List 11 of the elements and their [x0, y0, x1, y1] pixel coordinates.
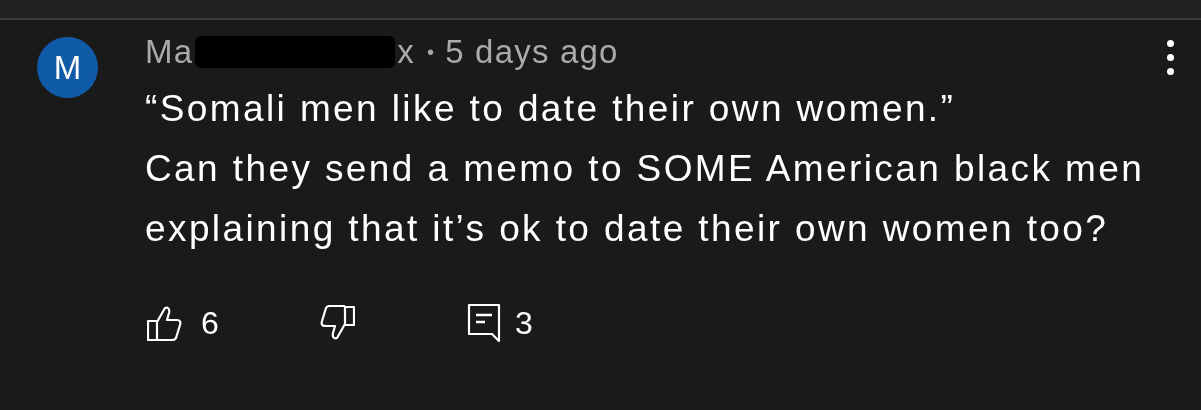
comment-icon	[467, 303, 501, 343]
comment-text: Can they send a memo to SOME American black men explaining that it’s ok to date their own women too?	[145, 147, 1145, 251]
comment-text: “Somali men like to date their own women.”	[145, 87, 957, 131]
avatar[interactable]: M	[37, 37, 98, 98]
author-name[interactable]: Ma	[145, 33, 194, 71]
reply-button[interactable]: 3	[467, 303, 533, 343]
more-options-icon[interactable]	[1165, 38, 1176, 77]
like-button[interactable]: 6	[147, 304, 315, 342]
author-name-end[interactable]: x	[397, 33, 415, 71]
comment-time: 5 days ago	[445, 33, 619, 71]
separator-dot: •	[426, 40, 436, 64]
